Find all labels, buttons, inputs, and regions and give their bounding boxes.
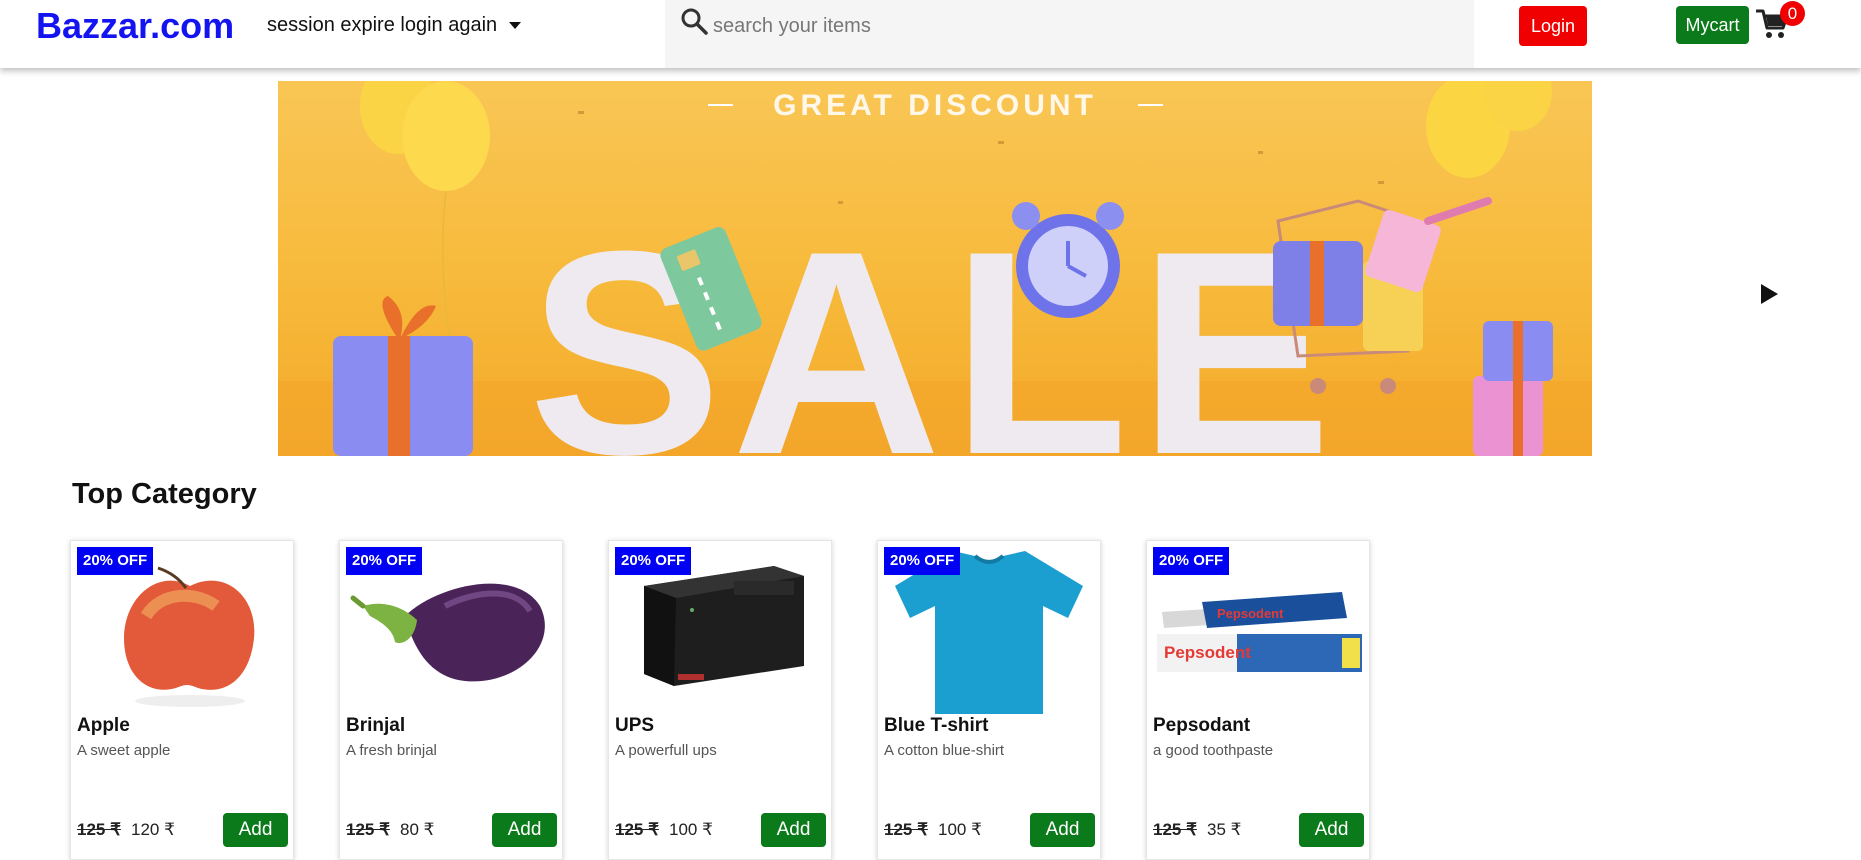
play-right-icon[interactable]: [1758, 282, 1780, 306]
add-to-cart-button[interactable]: Add: [492, 813, 557, 847]
section-title: Top Category: [72, 478, 257, 510]
search-bar: [665, 0, 1474, 68]
product-card-pepsodant[interactable]: Pepsodent Pepsodent 20% OFF Pepsodant a …: [1146, 540, 1370, 860]
new-price: 100 ₹: [669, 820, 713, 839]
product-card-brinjal[interactable]: 20% OFF Brinjal A fresh brinjal 125 ₹ 80…: [339, 540, 563, 860]
old-price: 125 ₹: [884, 820, 928, 839]
session-text: session expire login again: [267, 14, 498, 36]
top-navbar: Bazzar.com session expire login again Lo…: [0, 0, 1861, 68]
search-input[interactable]: [713, 8, 1453, 44]
search-icon[interactable]: [679, 6, 709, 36]
mycart-button[interactable]: Mycart: [1676, 6, 1749, 44]
product-name[interactable]: Blue T-shirt: [884, 715, 989, 737]
old-price: 125 ₹: [1153, 820, 1197, 839]
product-name[interactable]: Apple: [77, 715, 130, 737]
product-description: a good toothpaste: [1153, 742, 1274, 759]
old-price: 125 ₹: [77, 820, 121, 839]
add-to-cart-button[interactable]: Add: [761, 813, 826, 847]
new-price: 120 ₹: [131, 820, 175, 839]
product-description: A sweet apple: [77, 742, 171, 759]
product-description: A powerfull ups: [615, 742, 717, 759]
product-description: A cotton blue-shirt: [884, 742, 1005, 759]
site-logo[interactable]: Bazzar.com: [36, 5, 234, 47]
add-to-cart-button[interactable]: Add: [1299, 813, 1364, 847]
add-to-cart-button[interactable]: Add: [223, 813, 288, 847]
login-button[interactable]: Login: [1519, 6, 1587, 46]
sale-banner-art: GREAT DISCOUNT SALE: [278, 81, 1592, 456]
banner-headline: GREAT DISCOUNT: [773, 89, 1097, 122]
toothpaste-brand-1: Pepsodent: [1217, 606, 1284, 621]
discount-badge: 20% OFF: [1153, 547, 1230, 575]
session-dropdown[interactable]: session expire login again: [267, 14, 522, 37]
product-name[interactable]: Brinjal: [346, 715, 405, 737]
sale-banner[interactable]: GREAT DISCOUNT SALE: [278, 81, 1592, 456]
new-price: 80 ₹: [400, 820, 435, 839]
product-description: A fresh brinjal: [346, 742, 437, 759]
banner-sale-text: SALE: [528, 191, 1341, 456]
old-price: 125 ₹: [346, 820, 390, 839]
product-card-apple[interactable]: 20% OFF Apple A sweet apple 125 ₹ 120 ₹ …: [70, 540, 294, 860]
toothpaste-brand-2: Pepsodent: [1164, 643, 1251, 662]
new-price: 35 ₹: [1207, 820, 1242, 839]
product-name[interactable]: Pepsodant: [1153, 715, 1250, 737]
new-price: 100 ₹: [938, 820, 982, 839]
product-name[interactable]: UPS: [615, 715, 654, 737]
add-to-cart-button[interactable]: Add: [1030, 813, 1095, 847]
product-card-blue-tshirt[interactable]: 20% OFF Blue T-shirt A cotton blue-shirt…: [877, 540, 1101, 860]
discount-badge: 20% OFF: [884, 547, 961, 575]
old-price: 125 ₹: [615, 820, 659, 839]
caret-down-icon: [509, 22, 522, 29]
discount-badge: 20% OFF: [346, 547, 423, 575]
discount-badge: 20% OFF: [77, 547, 154, 575]
product-card-ups[interactable]: 20% OFF UPS A powerfull ups 125 ₹ 100 ₹ …: [608, 540, 832, 860]
discount-badge: 20% OFF: [615, 547, 692, 575]
cart-count-badge: 0: [1780, 1, 1805, 26]
